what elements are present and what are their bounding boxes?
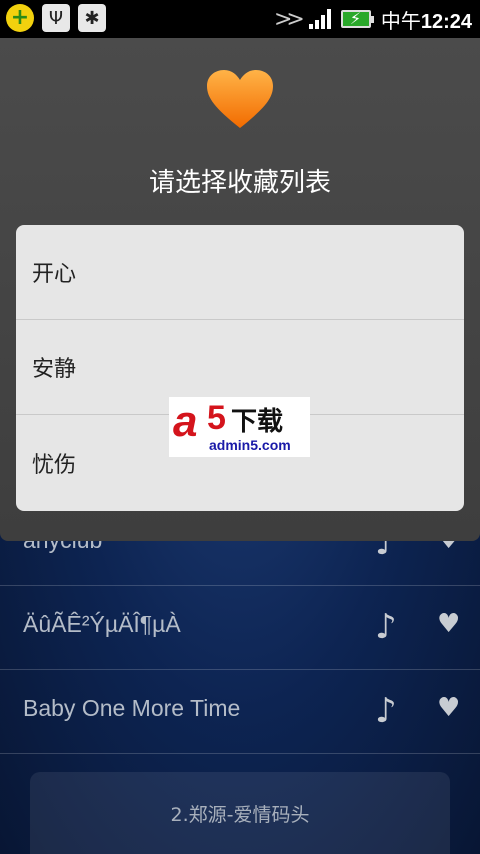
song-title: Baby One More Time — [23, 695, 241, 721]
watermark-url: admin5.com — [209, 437, 291, 453]
music-note-icon[interactable]: ♪ — [375, 691, 397, 731]
watermark-5: 5 — [207, 399, 226, 437]
song-row[interactable]: ÄûÃÊ²ÝµÄÎ¶µÀ ♪ ♥ — [0, 585, 480, 670]
watermark-a: a — [173, 397, 198, 446]
song-title: ÄûÃÊ²ÝµÄÎ¶µÀ — [23, 611, 181, 637]
bug-icon: ✱ — [78, 4, 106, 32]
now-playing-title: 2.郑源-爱情码头 — [170, 804, 310, 826]
song-row[interactable]: Baby One More Time ♪ ♥ — [0, 669, 480, 754]
now-playing-bar[interactable]: 2.郑源-爱情码头 — [30, 772, 450, 854]
favorite-heart-icon[interactable]: ♥ — [437, 693, 460, 723]
battery-charging-icon: ⚡ — [340, 9, 374, 28]
plus-app-icon: + — [6, 4, 34, 32]
heart-icon — [207, 70, 273, 128]
watermark-download: 下载 — [231, 407, 284, 437]
favorites-options-list: 开心 安静 忧伤 — [16, 225, 464, 511]
dialog-title: 请选择收藏列表 — [148, 168, 331, 198]
clock: 中午12:24 — [380, 10, 472, 33]
data-transfer-icon: >> — [273, 6, 305, 32]
favorites-dialog: 请选择收藏列表 开心 安静 忧伤 — [0, 38, 480, 541]
usb-icon: Ψ — [42, 4, 70, 32]
status-bar: + Ψ ✱ >> ⚡ 中午12:24 — [0, 0, 480, 38]
option-happy[interactable]: 开心 — [16, 225, 464, 320]
music-note-icon[interactable]: ♪ — [375, 607, 397, 647]
signal-icon — [308, 9, 331, 29]
favorite-heart-icon[interactable]: ♥ — [437, 609, 460, 639]
a5-watermark-logo: a 5 下载 admin5.com — [169, 397, 310, 457]
